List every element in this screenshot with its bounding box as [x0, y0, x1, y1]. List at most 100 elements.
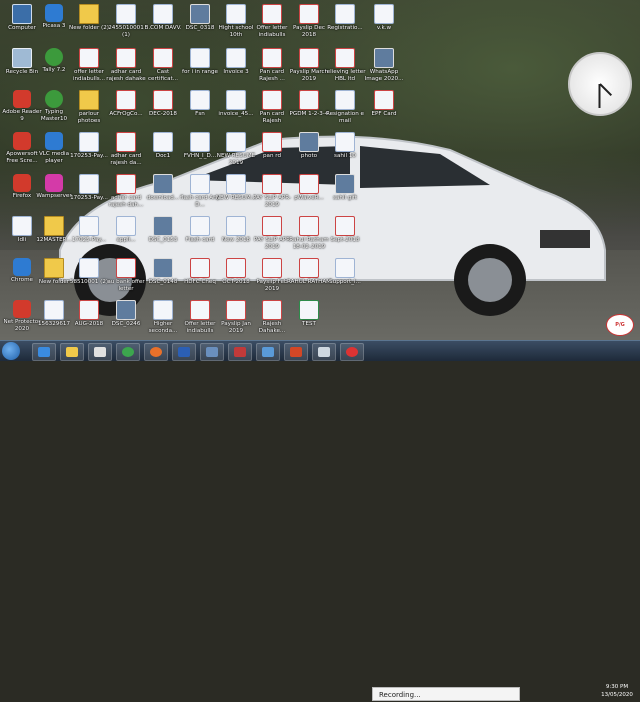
- word-taskbar-button[interactable]: [172, 343, 196, 361]
- doc-icon: [153, 132, 173, 152]
- desktop-icon-label: WhatsApp Image 2020...: [364, 69, 404, 82]
- doc-icon: [153, 4, 173, 24]
- desktop-icon-label: Resignation e mail: [325, 111, 364, 124]
- pdf-icon: [262, 300, 282, 320]
- pdf-icon: [79, 48, 99, 68]
- doc-icon: [226, 90, 246, 110]
- tray-time-text: 9:30 PM: [605, 684, 629, 690]
- pdf-icon: [262, 174, 282, 194]
- doc-icon: [190, 216, 210, 236]
- system-clock[interactable]: 9:30 PM 13/05/2020: [596, 683, 638, 701]
- pc-icon: [12, 4, 32, 24]
- pdf-icon: [190, 300, 210, 320]
- start-button[interactable]: [2, 342, 20, 360]
- ppt-taskbar-button[interactable]: [284, 343, 308, 361]
- desktop-icon[interactable]: Support_l...: [323, 256, 367, 302]
- doc-icon: [226, 4, 246, 24]
- red-icon: [13, 132, 31, 150]
- app-icon: [45, 4, 63, 22]
- img-icon: [335, 174, 355, 194]
- desktop-icon[interactable]: v.k.w: [362, 2, 406, 48]
- desktop-icon-label: v.k.w: [376, 25, 392, 31]
- firefox-taskbar-button[interactable]: [144, 343, 168, 361]
- recording-status[interactable]: Recording...: [372, 687, 520, 701]
- doc-icon: [335, 258, 355, 278]
- pink-icon: [45, 174, 63, 192]
- pdf-icon: [262, 216, 282, 236]
- img-icon: [153, 174, 173, 194]
- pdf-icon: [299, 90, 319, 110]
- pdf-icon: [79, 300, 99, 320]
- doc-icon: [190, 48, 210, 68]
- explorer-taskbar-button[interactable]: [60, 343, 84, 361]
- img-icon: [374, 48, 394, 68]
- desktop-icon-label: EPF Card: [371, 111, 397, 117]
- desktop-icon[interactable]: sahil gift: [323, 172, 367, 218]
- desktop-icon[interactable]: relieving letter HBL ltd: [323, 46, 367, 92]
- desktop-icon[interactable]: TEST: [287, 298, 331, 344]
- window-taskbar-button[interactable]: [200, 343, 224, 361]
- app-taskbar-button[interactable]: [228, 343, 252, 361]
- pdf-icon: [374, 90, 394, 110]
- app-icon: [13, 258, 31, 276]
- doc-icon: [79, 258, 99, 278]
- desktop-icon-label: Registratio...: [327, 25, 363, 31]
- desktop-icon[interactable]: WhatsApp Image 2020...: [362, 46, 406, 92]
- pdf-icon: [153, 90, 173, 110]
- img-icon: [116, 300, 136, 320]
- doc-icon: [79, 216, 99, 236]
- doc-icon: [226, 216, 246, 236]
- pdf-icon: [299, 258, 319, 278]
- red-icon: [13, 174, 31, 192]
- green-icon: [45, 48, 63, 66]
- media-taskbar-button[interactable]: [88, 343, 112, 361]
- red-icon: [13, 90, 31, 108]
- desktop-icon[interactable]: Registratio...: [323, 2, 367, 48]
- minute-hand: [599, 84, 601, 108]
- desktop-icon[interactable]: Sept-2018: [323, 214, 367, 260]
- xls-icon: [299, 300, 319, 320]
- pdf-icon: [299, 4, 319, 24]
- img-icon: [190, 4, 210, 24]
- doc-icon: [44, 300, 64, 320]
- ie-taskbar-button[interactable]: [32, 343, 56, 361]
- doc-icon: [335, 132, 355, 152]
- clock-gadget[interactable]: [568, 52, 632, 116]
- tray-date-text: 13/05/2020: [601, 692, 633, 698]
- desktop-icon[interactable]: Resignation e mail: [323, 88, 367, 134]
- hour-hand: [599, 83, 613, 97]
- pdf-icon: [262, 4, 282, 24]
- recycle-icon: [12, 48, 32, 68]
- pdf-icon: [262, 132, 282, 152]
- photos-taskbar-button[interactable]: [256, 343, 280, 361]
- doc-icon: [116, 4, 136, 24]
- doc-icon: [79, 174, 99, 194]
- doc-icon: [226, 132, 246, 152]
- desktop-icon-label: sahil 10: [334, 153, 356, 159]
- pdf-icon: [116, 174, 136, 194]
- desktop-icon-label: Sept-2018: [330, 237, 360, 243]
- folder-icon: [79, 90, 99, 110]
- desktop-icon[interactable]: EPF Card: [362, 88, 406, 134]
- pdf-icon: [190, 258, 210, 278]
- doc-icon: [190, 132, 210, 152]
- doc-icon: [79, 132, 99, 152]
- pdf-icon: [262, 90, 282, 110]
- doc-icon: [116, 216, 136, 236]
- pdf-icon: [116, 258, 136, 278]
- notepad-taskbar-button[interactable]: [312, 343, 336, 361]
- doc-icon: [153, 300, 173, 320]
- pdf-icon: [335, 48, 355, 68]
- pdf-icon: [262, 258, 282, 278]
- desktop-icon-label: relieving letter HBL ltd: [324, 69, 366, 82]
- pdf-icon: [299, 48, 319, 68]
- doc-icon: [335, 4, 355, 24]
- chrome-taskbar-button[interactable]: [116, 343, 140, 361]
- desktop-icon[interactable]: sahil 10: [323, 130, 367, 176]
- recorder-taskbar-button[interactable]: [340, 343, 364, 361]
- green-icon: [45, 90, 63, 108]
- doc-icon: [12, 216, 32, 236]
- folder-icon: [79, 4, 99, 24]
- pdf-icon: [226, 300, 246, 320]
- desktop-icon-label: TEST: [302, 321, 316, 327]
